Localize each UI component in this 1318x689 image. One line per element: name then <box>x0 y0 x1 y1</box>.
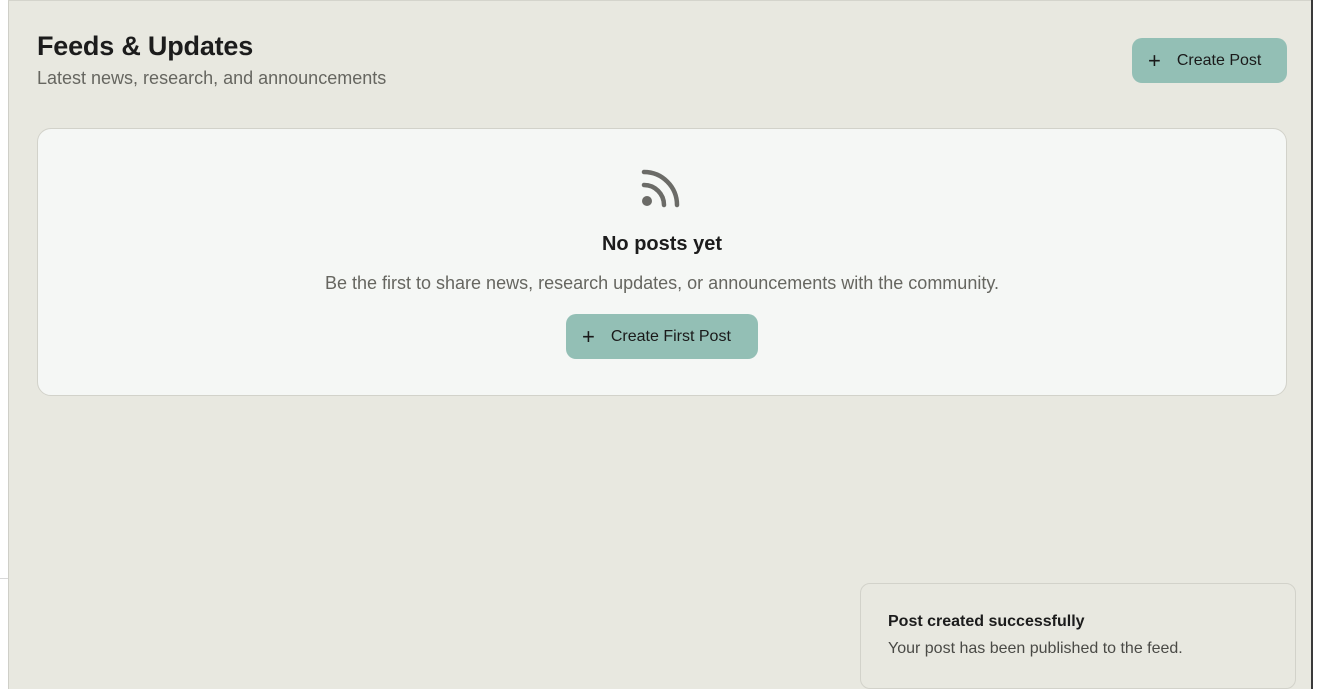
main-content: Feeds & Updates Latest news, research, a… <box>8 0 1311 689</box>
window-edge <box>1311 0 1318 689</box>
empty-state-title: No posts yet <box>601 233 723 255</box>
create-post-label: Create Post <box>1176 51 1262 69</box>
empty-state-description: Be the first to share news, research upd… <box>324 273 999 293</box>
page-title: Feeds & Updates <box>37 31 254 61</box>
page-subtitle: Latest news, research, and announcements <box>37 68 387 88</box>
plus-icon: + <box>1148 47 1161 73</box>
toast-notification: Post created successfully Your post has … <box>860 583 1296 689</box>
plus-icon: + <box>582 323 595 349</box>
toast-title: Post created successfully <box>888 613 1085 630</box>
create-first-post-label: Create First Post <box>610 327 731 345</box>
rss-icon <box>641 169 680 208</box>
create-post-button[interactable]: + Create Post <box>1132 38 1287 83</box>
divider <box>0 578 8 579</box>
create-first-post-button[interactable]: + Create First Post <box>566 314 758 359</box>
empty-state-card: No posts yet Be the first to share news,… <box>37 128 1287 396</box>
toast-message: Your post has been published to the feed… <box>888 640 1183 657</box>
